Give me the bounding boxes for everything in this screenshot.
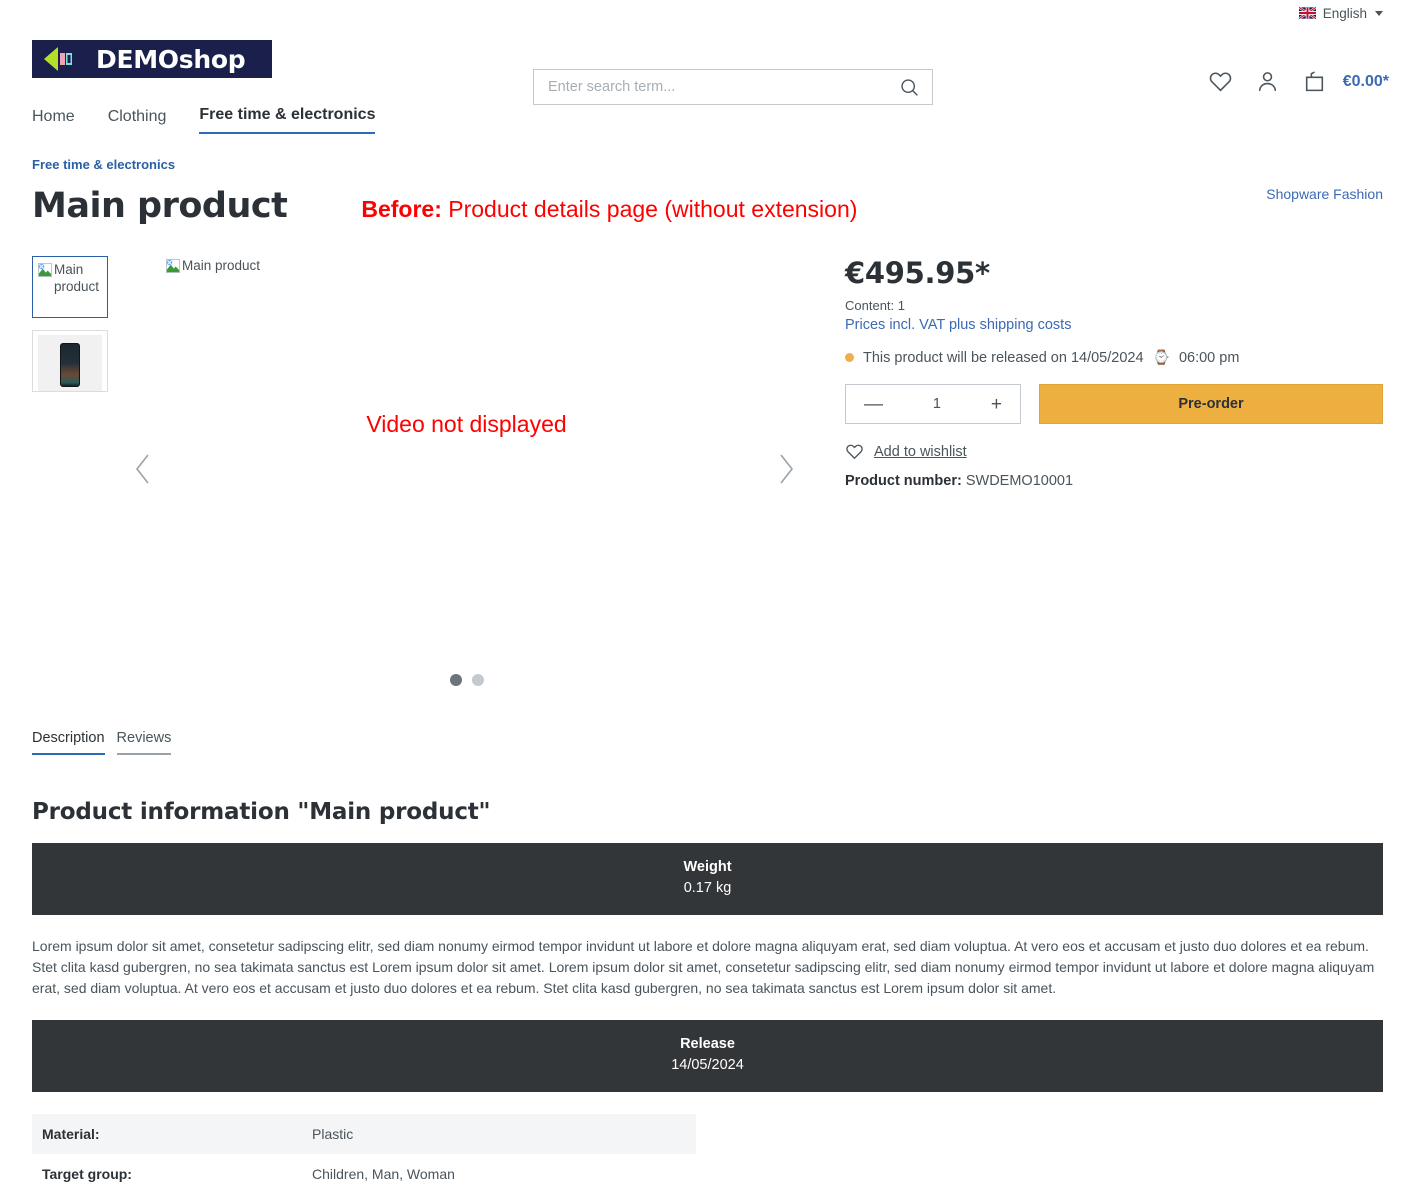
cart-total[interactable]: €0.00* — [1343, 73, 1389, 91]
uk-flag-icon — [1298, 7, 1316, 19]
image-gallery: Main product Video not displayed — [110, 256, 823, 686]
search-input[interactable] — [546, 78, 899, 96]
add-to-wishlist-button[interactable]: Add to wishlist — [845, 442, 1383, 461]
thumbnail-item-2[interactable] — [32, 330, 108, 392]
description-panel: Product information "Main product" Weigh… — [0, 799, 1415, 1194]
weight-band-value: 0.17 kg — [683, 880, 732, 896]
header-actions: €0.00* — [1208, 69, 1389, 94]
watch-icon: ⌚ — [1152, 349, 1170, 365]
buy-row: — + Pre-order — [845, 384, 1383, 424]
quantity-decrease-button[interactable]: — — [864, 395, 883, 414]
description-heading: Product information "Main product" — [32, 799, 491, 825]
chevron-right-icon — [780, 454, 794, 484]
smartphone-image — [60, 343, 80, 387]
heart-icon[interactable] — [1208, 69, 1233, 94]
top-bar: English — [0, 0, 1415, 26]
delivery-status: This product will be released on 14/05/2… — [845, 349, 1383, 366]
product-price: €495.95* — [845, 256, 990, 290]
logo[interactable]: DEMOshop — [32, 40, 272, 78]
table-row: Material: Plastic — [32, 1114, 696, 1154]
gallery-dot-2[interactable] — [471, 674, 484, 686]
language-switcher[interactable]: English — [1298, 5, 1383, 21]
product-tabs: Description Reviews — [0, 730, 1415, 755]
content-line: Content: 1 — [845, 298, 905, 313]
thumbnail-item-1[interactable]: Main product — [32, 256, 108, 318]
properties-table: Material: Plastic Target group: Children… — [32, 1114, 696, 1194]
title-row: Main product Before: Product details pag… — [0, 174, 1415, 226]
product-detail-page: English DEMOshop Enter search term... €0… — [0, 0, 1415, 1194]
product-photo-thumbnail — [38, 335, 102, 391]
quantity-stepper: — + — [845, 384, 1021, 424]
annotation-bold: Before: — [361, 196, 442, 222]
chevron-down-icon — [1375, 10, 1383, 16]
language-label: English — [1322, 5, 1367, 21]
broken-image-placeholder: Main product — [38, 261, 102, 295]
gallery-next-button[interactable] — [775, 452, 797, 491]
product-section: Main product Main product Video not disp… — [0, 226, 1415, 686]
nav-item-clothing[interactable]: Clothing — [108, 108, 167, 134]
thumbnail-list: Main product — [32, 256, 110, 686]
gallery-dots — [449, 674, 484, 686]
logo-text: DEMOshop — [96, 44, 246, 74]
property-key: Material: — [42, 1126, 100, 1142]
weight-band: Weight 0.17 kg — [32, 843, 1383, 915]
broken-image-icon — [166, 259, 180, 273]
tax-shipping-note[interactable]: Prices incl. VAT plus shipping costs — [845, 317, 1383, 333]
annotation-rest: Product details page (without extension) — [441, 196, 858, 222]
manufacturer-link[interactable]: Shopware Fashion — [1266, 186, 1383, 202]
product-number-value: SWDEMO10001 — [965, 473, 1074, 489]
tab-description[interactable]: Description — [32, 730, 105, 755]
delivery-time: 06:00 pm — [1178, 349, 1240, 366]
logo-mark-icon — [42, 45, 82, 73]
gallery-main-broken-image: Main product — [166, 257, 260, 274]
nav-item-home[interactable]: Home — [32, 108, 75, 134]
bag-icon[interactable] — [1302, 69, 1327, 94]
quantity-input[interactable] — [906, 395, 967, 413]
search-icon[interactable] — [899, 77, 920, 98]
release-band-title: Release — [680, 1036, 735, 1052]
page-title: Main product — [32, 186, 288, 226]
description-text: Lorem ipsum dolor sit amet, consetetur s… — [32, 938, 1375, 996]
gallery-alt-text: Main product — [182, 258, 261, 273]
heart-icon — [846, 444, 863, 460]
property-value: Plastic — [312, 1126, 354, 1142]
product-number-label: Product number: — [845, 473, 962, 489]
user-icon[interactable] — [1255, 69, 1280, 94]
nav-item-free-time-electronics[interactable]: Free time & electronics — [199, 106, 376, 134]
broken-image-icon — [38, 263, 52, 277]
tab-reviews[interactable]: Reviews — [116, 730, 172, 755]
breadcrumb-link[interactable]: Free time & electronics — [32, 157, 175, 172]
gallery-prev-button[interactable] — [132, 452, 154, 491]
release-band-value: 14/05/2024 — [671, 1057, 744, 1073]
gallery-dot-1[interactable] — [449, 674, 462, 686]
table-row: Target group: Children, Man, Woman — [32, 1154, 696, 1194]
product-number: Product number: SWDEMO10001 — [845, 473, 1383, 489]
weight-band-title: Weight — [683, 859, 732, 875]
properties-table-wrap: Material: Plastic Target group: Children… — [32, 1114, 696, 1194]
search-bar — [533, 69, 933, 105]
annotation-video-not-displayed: Video not displayed — [366, 411, 567, 437]
add-to-wishlist-label: Add to wishlist — [874, 443, 967, 460]
annotation-before-label: Before: Product details page (without ex… — [361, 196, 857, 223]
property-value: Children, Man, Woman — [312, 1166, 455, 1182]
pre-order-button[interactable]: Pre-order — [1039, 384, 1383, 424]
property-key: Target group: — [42, 1166, 132, 1182]
breadcrumb: Free time & electronics — [0, 134, 1415, 174]
quantity-increase-button[interactable]: + — [991, 395, 1002, 414]
chevron-left-icon — [135, 454, 149, 484]
thumbnail-alt-text: Main product — [54, 262, 100, 294]
buy-box: €495.95* Content: 1 Prices incl. VAT plu… — [823, 256, 1383, 686]
site-header: DEMOshop €0.00* — [0, 26, 1415, 105]
delivery-text: This product will be released on 14/05/2… — [863, 349, 1144, 366]
release-band: Release 14/05/2024 — [32, 1020, 1383, 1092]
status-bullet-icon — [845, 353, 854, 362]
